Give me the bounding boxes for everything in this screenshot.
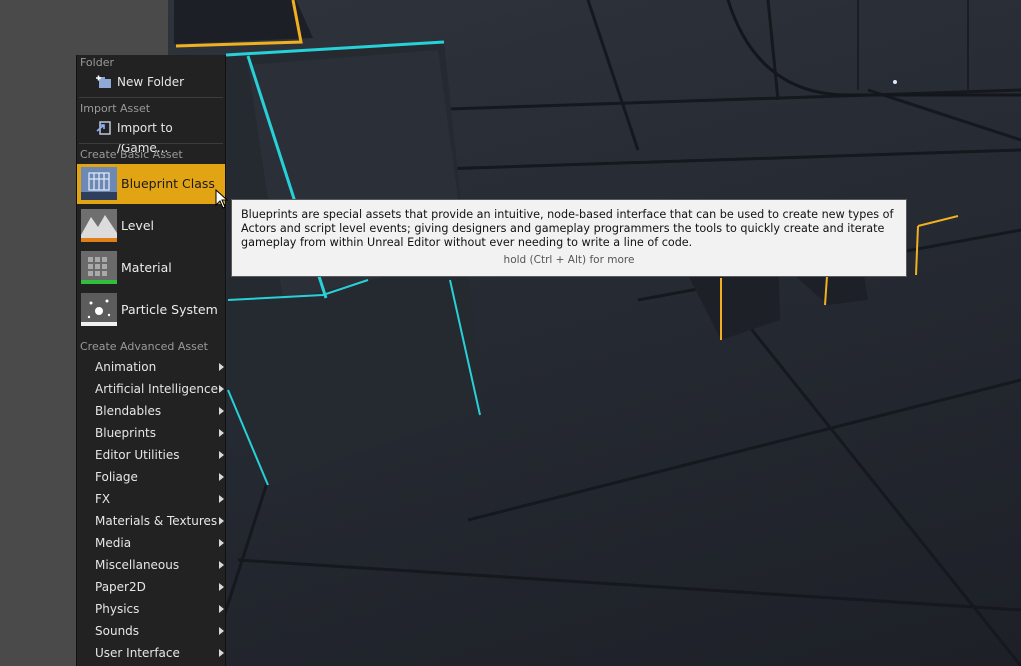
material-icon bbox=[81, 251, 117, 284]
section-folder: Folder bbox=[80, 56, 114, 69]
section-import: Import Asset bbox=[80, 102, 151, 115]
submenu-label: Editor Utilities bbox=[95, 448, 180, 462]
submenu-animation[interactable]: Animation bbox=[77, 356, 225, 378]
submenu-label: Blueprints bbox=[95, 426, 157, 440]
submenu-foliage[interactable]: Foliage bbox=[77, 466, 225, 488]
new-folder-item[interactable]: New Folder bbox=[77, 72, 225, 92]
submenu-blendables[interactable]: Blendables bbox=[77, 400, 225, 422]
particle-system-icon bbox=[81, 293, 117, 326]
submenu-label: User Interface bbox=[95, 646, 180, 660]
section-basic: Create Basic Asset bbox=[80, 148, 183, 161]
submenu-arrow-icon bbox=[219, 561, 224, 569]
submenu-label: Miscellaneous bbox=[95, 558, 180, 572]
submenu-physics[interactable]: Physics bbox=[77, 598, 225, 620]
submenu-paper2d[interactable]: Paper2D bbox=[77, 576, 225, 598]
blueprint-class-tooltip: Blueprints are special assets that provi… bbox=[231, 199, 907, 277]
level-icon bbox=[81, 209, 117, 242]
submenu-label: Sounds bbox=[95, 624, 140, 638]
submenu-label: Blendables bbox=[95, 404, 162, 418]
submenu-label: Animation bbox=[95, 360, 157, 374]
mouse-cursor-icon bbox=[215, 189, 229, 209]
blueprint-class-label: Blueprint Class bbox=[121, 176, 215, 191]
new-folder-icon bbox=[96, 75, 112, 89]
material-label: Material bbox=[121, 260, 172, 275]
submenu-label: Physics bbox=[95, 602, 140, 616]
submenu-label: FX bbox=[95, 492, 111, 506]
import-icon bbox=[96, 121, 112, 135]
submenu-blueprints[interactable]: Blueprints bbox=[77, 422, 225, 444]
submenu-arrow-icon bbox=[219, 385, 224, 393]
blueprint-class-icon bbox=[81, 167, 117, 200]
submenu-arrow-icon bbox=[219, 605, 224, 613]
blueprint-class-item[interactable]: Blueprint Class bbox=[77, 164, 225, 204]
section-advanced: Create Advanced Asset bbox=[80, 340, 208, 353]
submenu-arrow-icon bbox=[219, 473, 224, 481]
submenu-miscellaneous[interactable]: Miscellaneous bbox=[77, 554, 225, 576]
submenu-label: Materials & Textures bbox=[95, 514, 218, 528]
submenu-arrow-icon bbox=[219, 407, 224, 415]
divider bbox=[79, 97, 223, 98]
tooltip-hint: hold (Ctrl + Alt) for more bbox=[503, 254, 635, 266]
submenu-arrow-icon bbox=[219, 517, 224, 525]
submenu-sounds[interactable]: Sounds bbox=[77, 620, 225, 642]
tooltip-description: Blueprints are special assets that provi… bbox=[241, 208, 894, 249]
submenu-user-interface[interactable]: User Interface bbox=[77, 642, 225, 664]
submenu-label: Foliage bbox=[95, 470, 138, 484]
submenu-fx[interactable]: FX bbox=[77, 488, 225, 510]
submenu-label: Artificial Intelligence bbox=[95, 382, 218, 396]
submenu-label: Media bbox=[95, 536, 132, 550]
submenu-artificial-intelligence[interactable]: Artificial Intelligence bbox=[77, 378, 225, 400]
submenu-materials-textures[interactable]: Materials & Textures bbox=[77, 510, 225, 532]
viewport-scene bbox=[174, 0, 1021, 666]
level-label: Level bbox=[121, 218, 154, 233]
submenu-arrow-icon bbox=[219, 495, 224, 503]
particle-system-item[interactable]: Particle System bbox=[77, 290, 225, 330]
submenu-arrow-icon bbox=[219, 429, 224, 437]
submenu-arrow-icon bbox=[219, 539, 224, 547]
divider bbox=[79, 143, 223, 144]
level-item[interactable]: Level bbox=[77, 206, 225, 246]
new-folder-label: New Folder bbox=[117, 75, 185, 89]
material-item[interactable]: Material bbox=[77, 248, 225, 288]
level-viewport[interactable] bbox=[168, 0, 1021, 666]
submenu-label: Paper2D bbox=[95, 580, 146, 594]
submenu-arrow-icon bbox=[219, 583, 224, 591]
submenu-arrow-icon bbox=[219, 649, 224, 657]
submenu-editor-utilities[interactable]: Editor Utilities bbox=[77, 444, 225, 466]
particle-system-label: Particle System bbox=[121, 302, 218, 317]
submenu-arrow-icon bbox=[219, 451, 224, 459]
import-item[interactable]: Import to /Game... bbox=[77, 118, 225, 155]
submenu-arrow-icon bbox=[219, 363, 224, 371]
submenu-arrow-icon bbox=[219, 627, 224, 635]
submenu-media[interactable]: Media bbox=[77, 532, 225, 554]
add-new-context-menu: Folder New Folder Import Asset Import to… bbox=[76, 55, 226, 666]
